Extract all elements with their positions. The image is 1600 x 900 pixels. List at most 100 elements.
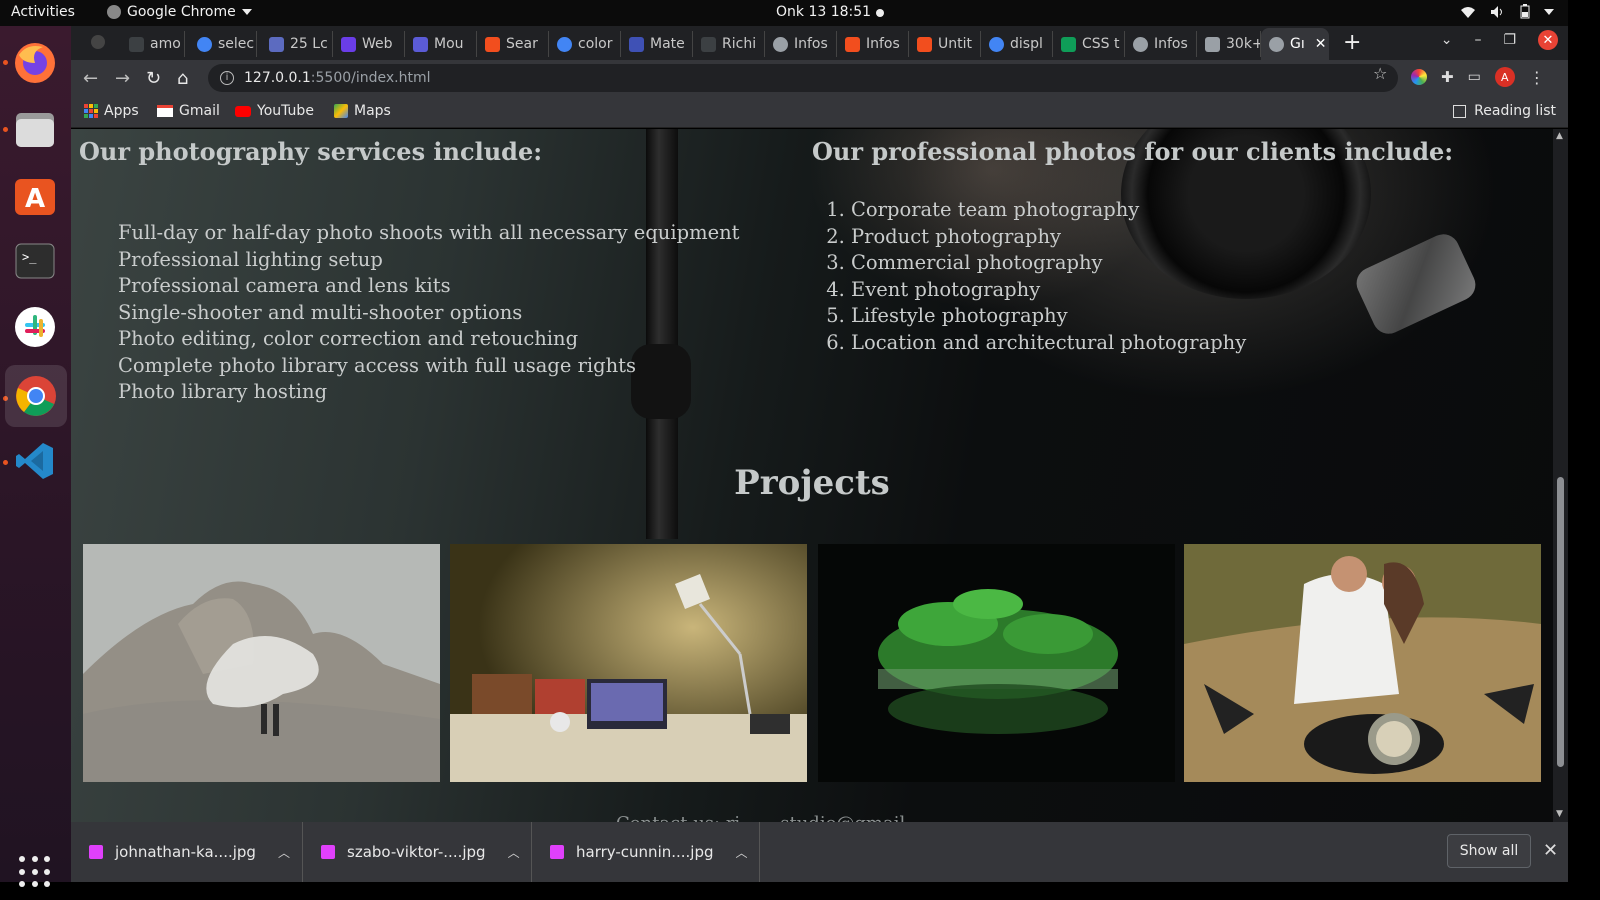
color-picker-extension-icon[interactable] [1411, 69, 1427, 85]
tab[interactable]: color [549, 31, 621, 57]
tab-label: Mou [434, 36, 464, 52]
slack-icon[interactable] [10, 302, 60, 352]
tab[interactable]: Richi [693, 31, 765, 57]
download-item[interactable]: johnathan-ka....jpg ︿ [71, 822, 303, 882]
home-button[interactable]: ⌂ [177, 68, 188, 89]
tab-label: Richi [722, 36, 757, 52]
favicon-icon [629, 36, 644, 52]
bookmark-star-icon[interactable]: ☆ [1373, 64, 1387, 83]
back-button[interactable]: ← [83, 68, 98, 89]
tab[interactable]: Infos [837, 31, 909, 57]
kebab-menu-icon[interactable]: ⋮ [1529, 68, 1545, 87]
download-item[interactable]: harry-cunnin....jpg ︿ [532, 822, 760, 882]
tab[interactable]: selec [189, 31, 257, 57]
show-applications-icon[interactable] [19, 856, 51, 888]
services-heading: Our photography services include: [79, 137, 543, 166]
terminal-icon[interactable]: >_ [10, 236, 60, 286]
reading-list-button[interactable]: Reading list [1453, 103, 1556, 119]
cast-icon[interactable]: ▭ [1468, 69, 1481, 85]
vscode-icon[interactable] [10, 436, 60, 486]
tab[interactable]: Web [333, 31, 405, 57]
clock[interactable]: Onk 13 18:51 [776, 4, 871, 20]
battery-icon [1520, 4, 1530, 19]
firefox-icon[interactable] [10, 38, 60, 88]
window-close-button[interactable]: ✕ [1538, 30, 1558, 50]
tab[interactable]: CSS t [1053, 31, 1125, 57]
tab-active[interactable]: Gı ✕ [1261, 28, 1329, 60]
app-menu[interactable]: Google Chrome [107, 4, 252, 20]
bookmark-label: YouTube [257, 103, 314, 119]
chevron-up-icon[interactable]: ︿ [508, 844, 520, 861]
bookmark-apps[interactable]: Apps [84, 103, 139, 119]
favicon-icon [413, 36, 428, 52]
tab-label: Sear [506, 36, 538, 52]
tab[interactable]: Untit [909, 31, 981, 57]
bookmark-maps[interactable]: Maps [334, 103, 391, 119]
list-item: Commercial photography [851, 250, 1246, 277]
dock: A >_ [0, 26, 71, 888]
profile-avatar[interactable]: A [1494, 67, 1515, 87]
tab[interactable]: Mou [405, 31, 477, 57]
google-favicon-icon [197, 36, 212, 52]
scroll-up-arrow-icon[interactable]: ▲ [1556, 131, 1563, 141]
url-path: :5500/index.html [310, 70, 431, 86]
address-bar[interactable]: i 127.0.0.1:5500/index.html [208, 64, 1398, 92]
page-scrollbar[interactable]: ▲ ▼ [1553, 129, 1568, 822]
chevron-up-icon[interactable]: ︿ [736, 844, 748, 861]
running-indicator [3, 60, 8, 65]
youtube-icon [235, 105, 251, 117]
system-tray[interactable] [1460, 4, 1554, 19]
tab[interactable]: 25 Lc [261, 31, 333, 57]
list-item: Corporate team photography [851, 197, 1246, 224]
files-icon[interactable] [10, 104, 60, 154]
project-image-rocks-bride[interactable] [83, 544, 440, 782]
behance-favicon-icon [341, 36, 356, 52]
chrome-icon[interactable] [5, 365, 67, 427]
close-downloads-bar-icon[interactable]: ✕ [1543, 840, 1558, 861]
list-item: Single-shooter and multi-shooter options [118, 300, 523, 324]
list-item: Location and architectural photography [851, 330, 1246, 357]
project-image-couple-motorcycle[interactable] [1184, 544, 1541, 782]
tab[interactable]: 30k+ [1197, 31, 1261, 57]
show-all-downloads-button[interactable]: Show all [1447, 834, 1531, 868]
download-item[interactable]: szabo-viktor-....jpg ︿ [303, 822, 532, 882]
software-center-icon[interactable]: A [10, 170, 60, 220]
bookmark-label: Apps [104, 103, 139, 119]
close-tab-icon[interactable]: ✕ [1315, 36, 1327, 52]
list-item: Complete photo library access with full … [118, 353, 637, 377]
background-photo-watch [1351, 229, 1481, 339]
restore-button[interactable]: ❐ [1503, 32, 1516, 48]
reload-button[interactable]: ↻ [146, 68, 161, 89]
info-icon[interactable]: i [220, 71, 234, 85]
favicon-icon [1061, 36, 1076, 52]
activities-button[interactable]: Activities [11, 4, 75, 20]
scroll-down-arrow-icon[interactable]: ▼ [1556, 809, 1563, 819]
tab[interactable]: Sear [477, 31, 549, 57]
tab[interactable]: Infos [765, 31, 837, 57]
tab[interactable]: Mate [621, 31, 693, 57]
google-favicon-icon [989, 36, 1004, 52]
contact-text-partial: Contact us: ri... ...studio@gmail... [616, 813, 922, 822]
tab-label: amo [150, 36, 181, 52]
tab-strip: amo selec 25 Lc Web Mou Sear color Mate … [71, 26, 1568, 60]
bookmark-gmail[interactable]: Gmail [157, 103, 220, 119]
list-item: Professional lighting setup [118, 247, 383, 271]
tab[interactable]: Infos [1125, 31, 1197, 57]
tab-search-chevron-icon[interactable]: ⌄ [1441, 32, 1453, 48]
google-favicon-icon [557, 36, 572, 52]
tab[interactable]: amo [121, 31, 185, 57]
tab[interactable]: displ [981, 31, 1053, 57]
bookmark-youtube[interactable]: YouTube [235, 103, 314, 119]
page-content: Our photography services include: Full-d… [71, 129, 1553, 822]
system-menu-chevron-icon [1544, 8, 1554, 15]
new-tab-button[interactable]: + [1343, 30, 1361, 55]
globe-favicon-icon [1133, 36, 1148, 52]
chevron-up-icon[interactable]: ︿ [278, 844, 290, 861]
reading-list-label: Reading list [1474, 103, 1556, 119]
forward-button[interactable]: → [115, 68, 130, 89]
puzzle-extensions-icon[interactable]: ✚ [1441, 68, 1454, 86]
minimize-button[interactable]: – [1474, 32, 1481, 48]
scrollbar-thumb[interactable] [1557, 477, 1564, 767]
project-image-lotus-plants[interactable] [818, 544, 1175, 782]
project-image-desk-lamp[interactable] [450, 544, 807, 782]
